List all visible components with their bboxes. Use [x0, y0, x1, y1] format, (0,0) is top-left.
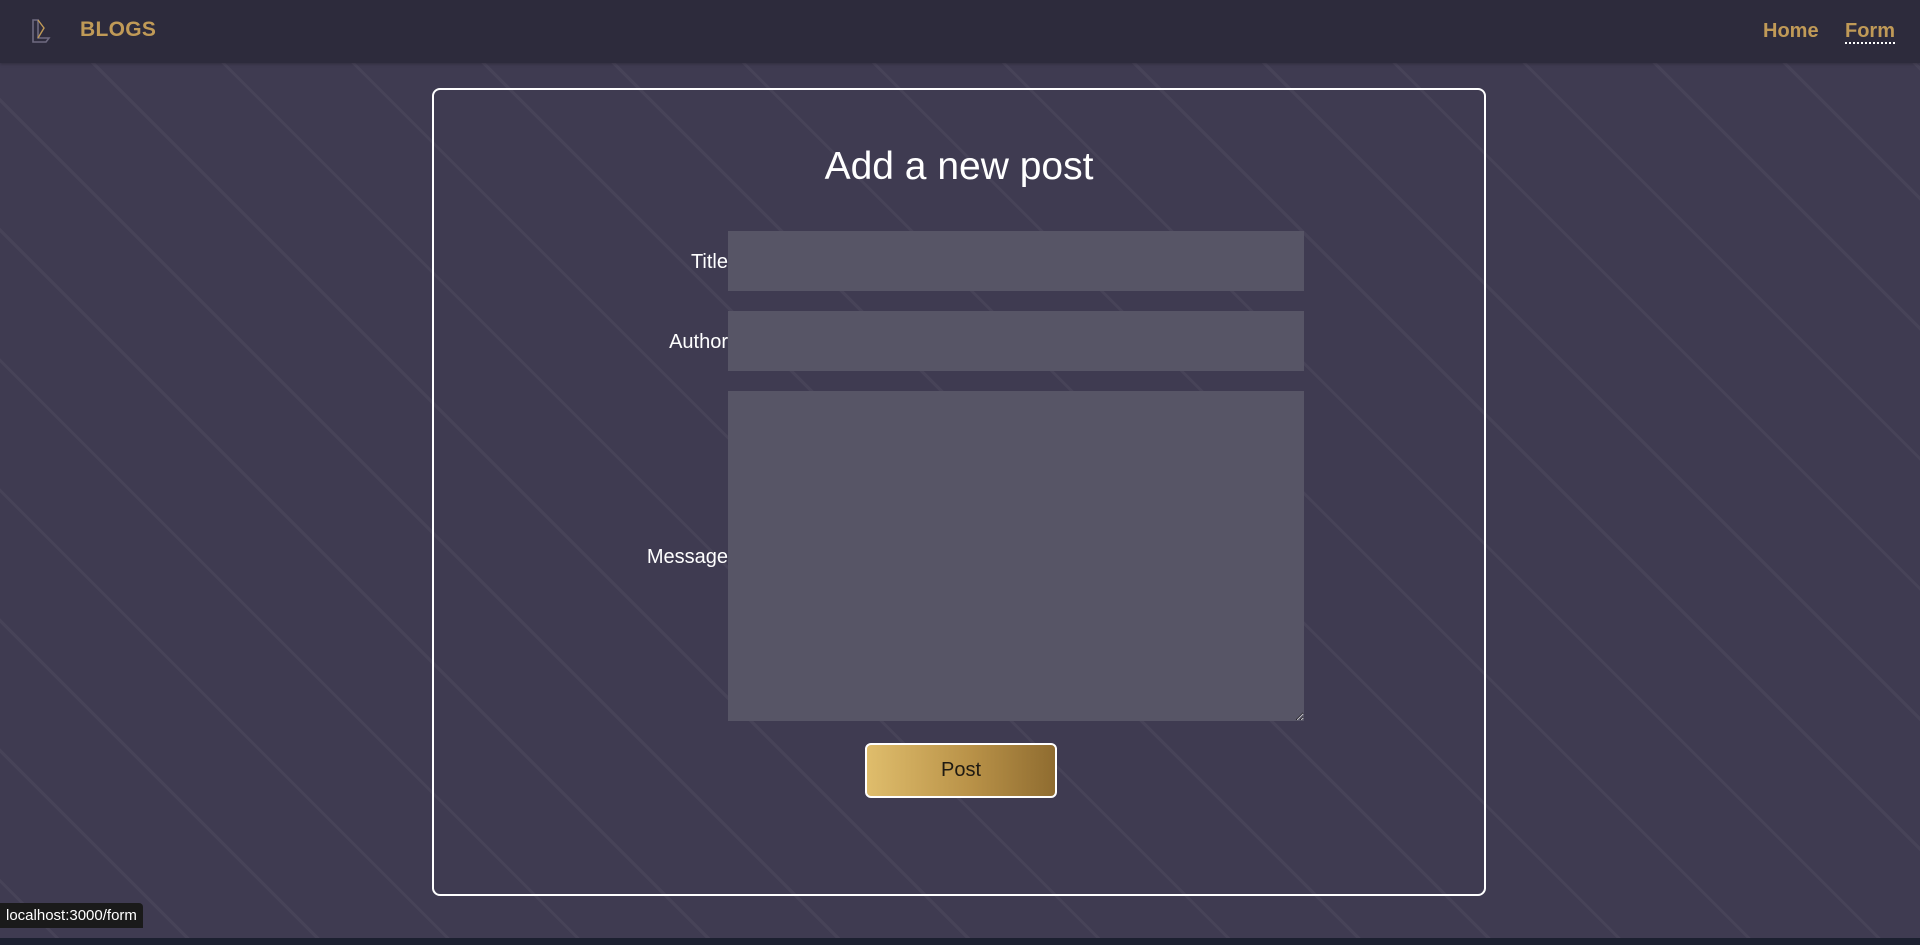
author-label: Author: [669, 331, 728, 353]
brand-name[interactable]: BLOGS: [80, 18, 156, 42]
top-navbar: BLOGS Home Form: [0, 0, 1920, 63]
post-button[interactable]: Post: [865, 743, 1057, 798]
title-input[interactable]: [728, 231, 1304, 291]
new-post-card: Add a new post Title Author Message Post: [432, 88, 1486, 896]
nav-link-home[interactable]: Home: [1763, 20, 1819, 43]
os-taskbar: [0, 938, 1920, 945]
message-label: Message: [646, 546, 728, 568]
status-bar-url: localhost:3000/form: [0, 903, 143, 928]
message-textarea[interactable]: [728, 391, 1304, 721]
title-label: Title: [690, 251, 728, 273]
book-logo-icon[interactable]: [30, 18, 52, 44]
page-title: Add a new post: [824, 145, 1094, 188]
nav-link-form[interactable]: Form: [1845, 20, 1895, 44]
author-input[interactable]: [728, 311, 1304, 371]
